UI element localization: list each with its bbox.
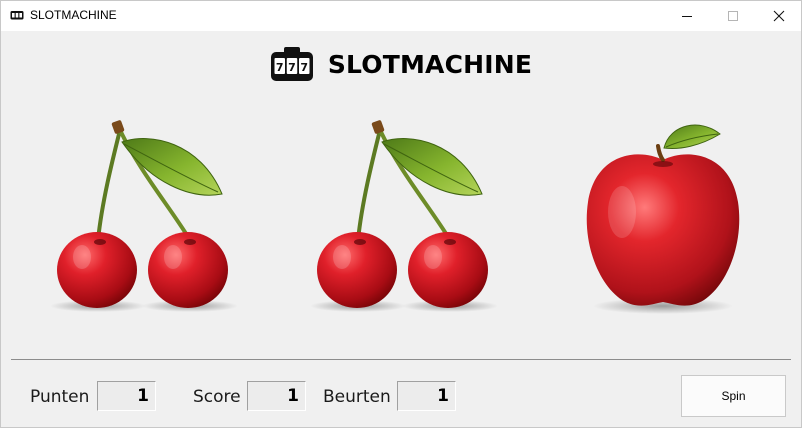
- score-label: Score: [193, 387, 241, 407]
- minimize-button[interactable]: [664, 0, 710, 31]
- beurten-label: Beurten: [323, 387, 391, 407]
- slot-icon-reel-2: 7: [288, 61, 296, 74]
- slot-icon-reel-3: 7: [300, 61, 308, 74]
- apple-icon: [586, 124, 740, 314]
- minimize-icon: [682, 15, 692, 17]
- punten-value: 1: [97, 381, 156, 411]
- title-bar: SLOTMACHINE: [0, 0, 802, 31]
- divider: [11, 359, 791, 360]
- cherries-icon: [50, 120, 238, 312]
- page-title: SLOTMACHINE: [327, 49, 533, 79]
- punten-label: Punten: [30, 387, 90, 407]
- close-icon: [773, 10, 785, 21]
- reel-2: [300, 112, 500, 317]
- header: 7 7 7 SLOTMACHINE: [0, 44, 802, 84]
- close-button[interactable]: [756, 0, 802, 31]
- slot-machine-777-icon: 7 7 7: [270, 47, 313, 81]
- app-icon: [10, 11, 24, 20]
- spin-button[interactable]: Spin: [681, 375, 786, 417]
- slot-icon-reel-1: 7: [276, 61, 284, 74]
- beurten-value: 1: [397, 381, 456, 411]
- reel-1: [40, 112, 240, 317]
- cherries-icon: [310, 120, 498, 312]
- maximize-button[interactable]: [710, 0, 756, 31]
- maximize-icon: [728, 10, 738, 21]
- reel-3: [570, 112, 770, 317]
- window-title: SLOTMACHINE: [30, 8, 117, 22]
- score-value: 1: [247, 381, 306, 411]
